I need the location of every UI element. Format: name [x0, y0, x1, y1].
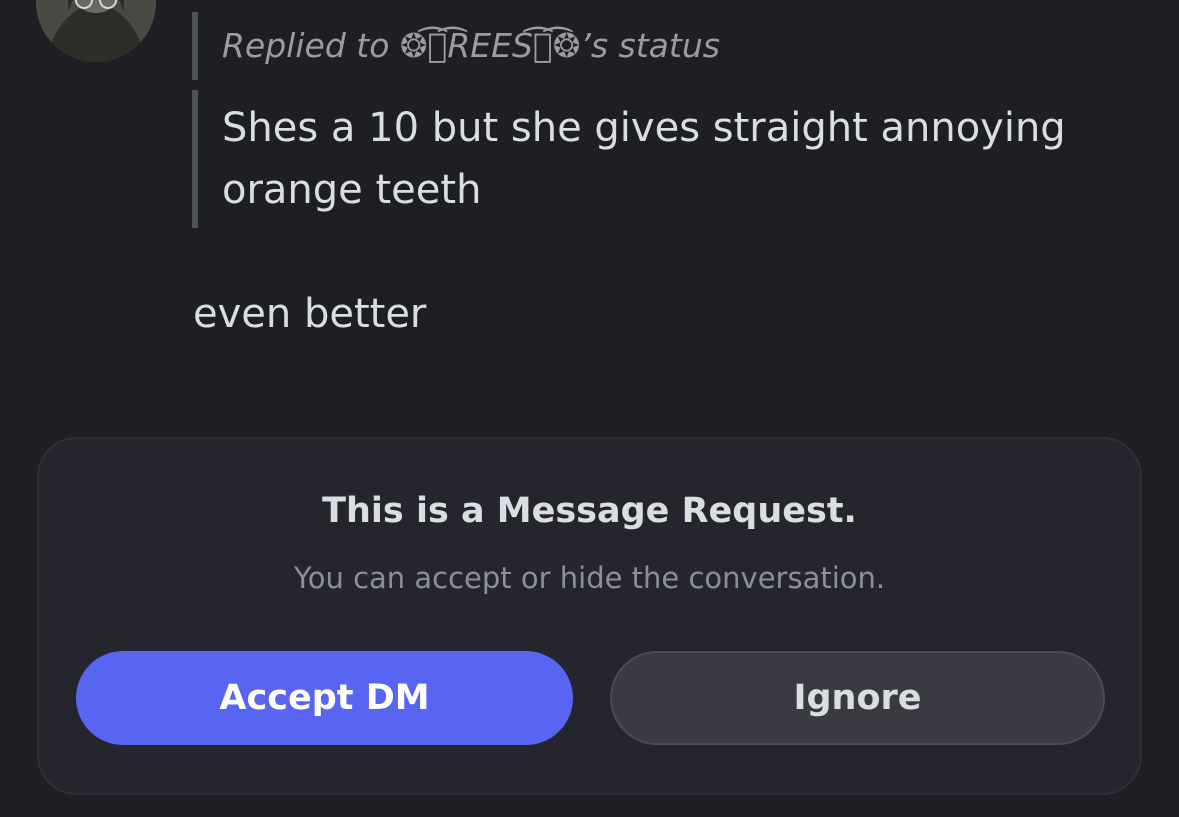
avatar[interactable]	[36, 0, 156, 62]
dm-screen: Replied to ❂͡👁͡REES͡👁͡❂’s status Shes a …	[0, 0, 1179, 817]
request-subtitle: You can accept or hide the conversation.	[293, 561, 886, 595]
reply-header: Replied to ❂͡👁͡REES͡👁͡❂’s status	[192, 12, 1092, 80]
ignore-button[interactable]: Ignore	[610, 651, 1105, 745]
avatar-image	[36, 0, 156, 62]
reply-context[interactable]: Replied to ❂͡👁͡REES͡👁͡❂’s status Shes a …	[192, 12, 1092, 228]
message-text: even better	[193, 291, 427, 337]
reply-quote: Shes a 10 but she gives straight annoyin…	[192, 90, 1092, 228]
message-request-card: This is a Message Request. You can accep…	[37, 437, 1142, 795]
accept-dm-button[interactable]: Accept DM	[76, 651, 573, 745]
request-title: This is a Message Request.	[322, 491, 857, 531]
